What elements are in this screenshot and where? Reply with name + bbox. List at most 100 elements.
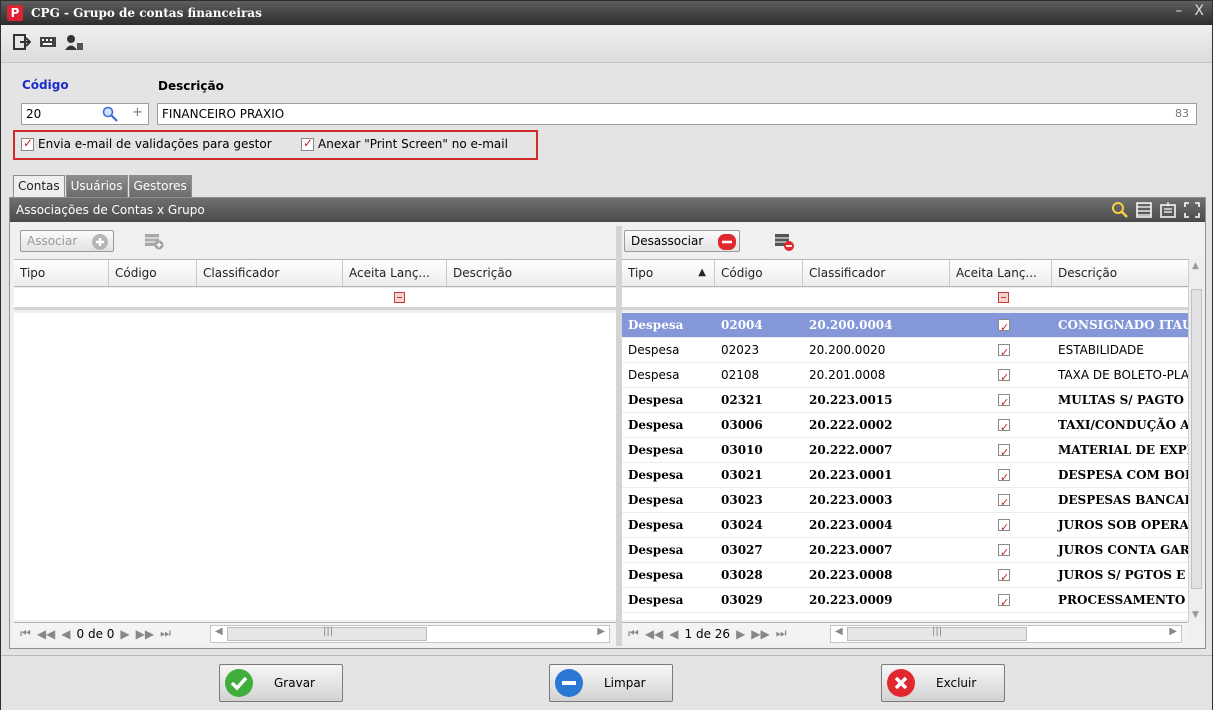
- checkbox-checked[interactable]: [998, 391, 1010, 412]
- col-codigo[interactable]: Código: [715, 260, 803, 288]
- tab-contas[interactable]: Contas: [13, 175, 65, 197]
- nav-last-icon[interactable]: ⏭: [776, 626, 787, 641]
- table-row[interactable]: Despesa 03027 20.223.0007 JUROS CONTA GAR: [622, 538, 1188, 563]
- table-row[interactable]: Despesa 02108 20.201.0008 TAXA DE BOLETO-PL…: [622, 363, 1188, 388]
- grid-view-icon[interactable]: [1135, 201, 1153, 219]
- nav-prev-page-icon[interactable]: ◀◀: [645, 627, 663, 641]
- table-row[interactable]: Despesa 03024 20.223.0004 JUROS SOB OPERA: [622, 513, 1188, 538]
- col-classificador[interactable]: Classificador: [197, 260, 343, 288]
- checkbox-checked[interactable]: [998, 491, 1010, 512]
- codigo-field[interactable]: 20 +: [21, 103, 149, 125]
- exit-icon[interactable]: [13, 34, 31, 50]
- nav-next-icon[interactable]: ▶: [120, 627, 129, 641]
- hscroll-thumb[interactable]: |||: [847, 626, 1027, 641]
- nav-prev-icon[interactable]: ◀: [61, 627, 70, 641]
- gravar-button[interactable]: Gravar: [219, 664, 343, 702]
- cell-tipo: Despesa: [628, 318, 684, 332]
- tab-gestores[interactable]: Gestores: [128, 175, 192, 197]
- checkbox-checked[interactable]: [998, 541, 1010, 562]
- search-icon[interactable]: [102, 106, 118, 122]
- col-tipo[interactable]: Tipo: [14, 260, 109, 288]
- nav-first-icon[interactable]: ⏮: [628, 626, 639, 641]
- cell-descricao: TAXI/CONDUÇÃO A: [1058, 418, 1188, 432]
- dissociate-icon[interactable]: [774, 232, 796, 252]
- col-classificador[interactable]: Classificador: [803, 260, 950, 288]
- search-icon[interactable]: [1111, 201, 1129, 219]
- filter-checkbox-icon[interactable]: [394, 292, 405, 303]
- excluir-button[interactable]: Excluir: [881, 664, 1005, 702]
- scroll-right-icon[interactable]: ▶: [597, 626, 605, 637]
- minimize-button[interactable]: –: [1175, 3, 1182, 19]
- table-row[interactable]: Despesa 03028 20.223.0008 JUROS S/ PGTOS E: [622, 563, 1188, 588]
- col-aceita[interactable]: Aceita Lanç...: [343, 260, 447, 288]
- col-codigo[interactable]: Código: [109, 260, 197, 288]
- vscroll-thumb[interactable]: [1191, 289, 1202, 589]
- table-row[interactable]: Despesa 03006 20.222.0002 TAXI/CONDUÇÃO A: [622, 413, 1188, 438]
- nav-first-icon[interactable]: ⏮: [20, 626, 31, 641]
- table-row[interactable]: Despesa 03010 20.222.0007 MATERIAL DE EXPE: [622, 438, 1188, 463]
- nav-prev-icon[interactable]: ◀: [669, 627, 678, 641]
- right-filter-row[interactable]: [622, 288, 1188, 310]
- nav-prev-page-icon[interactable]: ◀◀: [37, 627, 55, 641]
- associate-icon[interactable]: [144, 232, 164, 250]
- anexar-print-checkbox[interactable]: Anexar "Print Screen" no e-mail: [301, 136, 508, 151]
- left-hscrollbar[interactable]: ◀ ||| ▶: [210, 625, 610, 643]
- right-vscrollbar[interactable]: ▲ ▼: [1188, 259, 1204, 622]
- table-row[interactable]: Despesa 02004 20.200.0004 CONSIGNADO ITAU: [622, 313, 1188, 338]
- cell-codigo: 03010: [721, 443, 763, 457]
- checkbox-checked[interactable]: [998, 416, 1010, 437]
- checkbox-checked[interactable]: [998, 466, 1010, 487]
- table-row[interactable]: Despesa 03021 20.223.0001 DESPESA COM BOLE: [622, 463, 1188, 488]
- desassociar-button[interactable]: Desassociar: [624, 230, 740, 252]
- checkbox-checked[interactable]: [998, 316, 1010, 337]
- checkbox-checked[interactable]: [998, 366, 1010, 387]
- aceita-cell: [950, 538, 1052, 562]
- close-button[interactable]: X: [1194, 3, 1204, 19]
- checkbox-checked[interactable]: [998, 591, 1010, 612]
- cell-classificador: 20.223.0003: [809, 493, 893, 507]
- cell-classificador: 20.223.0001: [809, 468, 893, 482]
- plus-icon[interactable]: +: [132, 103, 143, 123]
- associar-button[interactable]: Associar: [20, 230, 114, 252]
- envia-email-checkbox[interactable]: Envia e-mail de validações para gestor: [21, 136, 272, 151]
- table-row[interactable]: Despesa 03029 20.223.0009 PROCESSAMENTO D: [622, 588, 1188, 613]
- checkbox-checked[interactable]: [998, 341, 1010, 362]
- scroll-up-icon[interactable]: ▲: [1192, 261, 1199, 271]
- left-filter-row[interactable]: [14, 288, 616, 310]
- table-row[interactable]: Despesa 02321 20.223.0015 MULTAS S/ PAGTO: [622, 388, 1188, 413]
- nav-last-icon[interactable]: ⏭: [160, 626, 171, 641]
- nav-next-page-icon[interactable]: ▶▶: [136, 627, 154, 641]
- nav-next-page-icon[interactable]: ▶▶: [751, 627, 769, 641]
- filter-checkbox-icon[interactable]: [998, 292, 1009, 303]
- limpar-button[interactable]: Limpar: [549, 664, 673, 702]
- col-tipo[interactable]: Tipo ▲: [622, 260, 715, 288]
- checkbox-checked[interactable]: [998, 516, 1010, 537]
- checkbox-checked[interactable]: [998, 441, 1010, 462]
- scroll-left-icon[interactable]: ◀: [835, 626, 843, 637]
- fullscreen-icon[interactable]: [1183, 201, 1201, 219]
- cell-classificador: 20.201.0008: [809, 368, 886, 382]
- scroll-down-icon[interactable]: ▼: [1192, 610, 1199, 620]
- export-icon[interactable]: [1159, 201, 1177, 219]
- col-descricao[interactable]: Descrição: [447, 260, 616, 288]
- table-row[interactable]: Despesa 02023 20.200.0020 ESTABILIDADE: [622, 338, 1188, 363]
- scroll-right-icon[interactable]: ▶: [1169, 626, 1177, 637]
- cell-codigo: 03029: [721, 593, 763, 607]
- checkbox-checked[interactable]: [998, 566, 1010, 587]
- user-icon[interactable]: [65, 34, 83, 50]
- cell-tipo: Despesa: [628, 343, 680, 357]
- col-aceita[interactable]: Aceita Lanç...: [950, 260, 1052, 288]
- checkbox-checked[interactable]: [301, 136, 314, 151]
- hscroll-thumb[interactable]: |||: [227, 626, 427, 641]
- right-hscrollbar[interactable]: ◀ ||| ▶: [830, 625, 1182, 643]
- tab-usuarios[interactable]: Usuários: [65, 175, 128, 197]
- nav-next-icon[interactable]: ▶: [736, 627, 745, 641]
- scroll-left-icon[interactable]: ◀: [215, 626, 223, 637]
- keyboard-icon[interactable]: [39, 34, 57, 50]
- descricao-field[interactable]: FINANCEIRO PRAXIO 83: [157, 103, 1197, 125]
- aceita-cell: [950, 588, 1052, 612]
- cell-tipo: Despesa: [628, 593, 684, 607]
- table-row[interactable]: Despesa 03023 20.223.0003 DESPESAS BANCAR: [622, 488, 1188, 513]
- col-descricao[interactable]: Descrição: [1052, 260, 1188, 288]
- checkbox-checked[interactable]: [21, 136, 34, 151]
